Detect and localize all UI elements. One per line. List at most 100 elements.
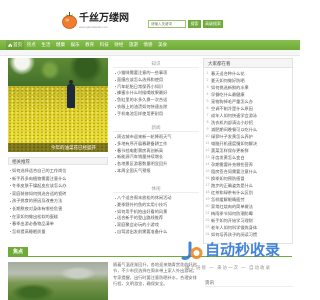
nav-item-life[interactable]: 生活 [39, 40, 54, 50]
popular-item-title: 跑步的正确姿势是什么 [211, 183, 253, 188]
popular-item[interactable]: 5 宠物狗掉毛严重怎么办 [204, 98, 292, 105]
list-item[interactable]: 春节档电影票房再创新高 [113, 148, 199, 155]
nav-item-tech[interactable]: 科技 [97, 40, 112, 50]
list-item[interactable]: 鱼缸里的水多久换一次合适 [113, 97, 199, 104]
list-item[interactable]: 新手养多肉植物需要注意什么 [8, 175, 108, 183]
nav-item-entertainment[interactable]: 娱乐 [68, 40, 83, 50]
list-item[interactable]: 长期熬夜对身体有哪些危害 [8, 205, 108, 213]
rank-number: 12 [205, 148, 210, 152]
popular-item[interactable]: 4 早餐吃什么最健康 [204, 91, 292, 98]
leisure-title[interactable]: 休闲 [113, 185, 199, 193]
popular-item-title: 绿萝叶子发黄怎么养护 [211, 134, 253, 139]
popular-item[interactable]: 22 新手如何开始学习理财 [204, 217, 292, 224]
recommend-list: 如何选择适合自己的工作岗位 新手养多肉植物需要注意什么 冬季皮肤干燥起皮应该怎么… [8, 165, 108, 235]
popular-item[interactable]: 17 跑步的正确姿势是什么 [204, 182, 292, 189]
site-title[interactable]: 千丝万缕网 [79, 13, 129, 24]
popular-item[interactable]: 2 夏天如何做好防晒 [204, 77, 292, 84]
home-icon [8, 43, 13, 48]
popular-item[interactable]: 7 成年人如何快速学会游泳 [204, 112, 292, 119]
nav-item-emotion[interactable]: 情感 [141, 40, 156, 50]
nav-item-education[interactable]: 教育 [82, 40, 97, 50]
rank-number: 16 [205, 176, 210, 180]
rank-number: 8 [206, 120, 209, 124]
popular-item[interactable]: 23 老年人如何科学锻炼身体 [204, 224, 292, 231]
news-list: 周边城市迎来新一轮降雨天气 多地有序开展春耕备耕工作 春节档电影票房再创新高 新… [113, 132, 199, 175]
popular-item-title: 减肥期间晚餐可以吃什么 [211, 127, 258, 132]
news-section: 新闻 周边城市迎来新一轮降雨天气 多地有序开展春耕备耕工作 春节档电影票房再创新… [113, 124, 199, 175]
list-item[interactable]: 小猫咪需要注意的一些事项 [113, 70, 199, 77]
rank-number: 11 [205, 141, 210, 145]
list-item[interactable]: 在家如何做出松软的蛋糕 [8, 213, 108, 221]
popular-box: 大家都在看 1 春天适合种什么花 2 夏天如何做好防晒 3 如何挑选新鲜的水果 4 早餐… [203, 58, 293, 244]
popular-item[interactable]: 14 孕期需要补充哪些营养 [204, 161, 292, 168]
focus-image[interactable] [8, 262, 108, 300]
popular-item[interactable]: 16 换季如何预防感冒 [204, 175, 292, 182]
popular-item[interactable]: 11 电脑开机速度慢如何解决 [204, 140, 292, 147]
popular-item[interactable]: 8 洗衣机内部清洁小妙招 [204, 119, 292, 126]
popular-item[interactable]: 6 空调不制冷是什么原因 [204, 105, 292, 112]
list-item[interactable]: 八个适合周末放松的休闲活动 [113, 195, 199, 202]
list-item[interactable]: 各地景区游客数量明显回升 [113, 161, 199, 168]
knowledge-section: 知识 小猫咪需要注意的一些事项 面膜应该怎么选择和使用 汽车轮胎日常保养小知识 … [113, 60, 199, 118]
list-item[interactable]: 冬季皮肤干燥起皮应该怎么办 [8, 182, 108, 190]
popular-item-title: 租房签合同需要注意什么 [211, 169, 258, 174]
list-item[interactable]: 手机电池怎样使用更耐用 [113, 111, 199, 118]
popular-item[interactable]: 18 红茶和绿茶有什么区别 [204, 189, 292, 196]
nav-item-finance[interactable]: 财经 [112, 40, 127, 50]
popular-item-title: 家常红烧肉的简单做法 [211, 204, 253, 209]
list-item[interactable]: 衣服上的油渍如何快速去除 [113, 104, 199, 111]
list-item[interactable]: 孩子挑食的原因及改善方法 [8, 197, 108, 205]
popular-item[interactable]: 10 绿萝叶子发黄怎么养护 [204, 133, 292, 140]
list-item[interactable]: 夏季野外钓鱼的实用小技巧 [113, 202, 199, 209]
nav-item-home[interactable]: 首页 [6, 40, 24, 50]
list-item[interactable]: 如何选择适合自己的工作岗位 [8, 167, 108, 175]
persimmon-logo-icon[interactable] [62, 11, 77, 29]
featured-caption[interactable]: 今年的油菜花已经盛开 [8, 143, 108, 152]
rank-number: 17 [205, 183, 210, 187]
popular-item[interactable]: 12 蔬菜怎样保存更新鲜 [204, 147, 292, 154]
list-item[interactable]: 家庭装修如何挑选合适的瓷砖 [8, 190, 108, 198]
list-item[interactable]: 家庭聚会必玩的小游戏 [113, 222, 199, 229]
rank-number: 10 [205, 134, 210, 138]
popular-item[interactable]: 13 牙齿发黄怎么变白 [204, 154, 292, 161]
nav-item-health[interactable]: 健康 [53, 40, 68, 50]
list-item[interactable]: 自驾游出发前需要准备什么 [113, 229, 199, 236]
watermark-slogan: 做上链接 一 来访一次 一 自动收录 [185, 265, 271, 270]
rank-number: 14 [205, 162, 210, 166]
knowledge-title[interactable]: 知识 [113, 60, 199, 68]
nav-item-travel[interactable]: 旅游 [126, 40, 141, 50]
list-item[interactable]: 适合新手的登山路线推荐 [113, 215, 199, 222]
rank-number: 19 [205, 197, 210, 201]
popular-item[interactable]: 19 怎样缓解眼睛疲劳 [204, 196, 292, 203]
list-item[interactable]: 汽车轮胎日常保养小知识 [113, 84, 199, 91]
search-button[interactable]: 搜索 [188, 20, 201, 28]
popular-item[interactable]: 3 如何挑选新鲜的水果 [204, 84, 292, 91]
list-item[interactable]: 面膜应该怎么选择和使用 [113, 77, 199, 84]
rank-number: 13 [205, 155, 210, 159]
news-title[interactable]: 新闻 [113, 124, 199, 132]
featured-image[interactable]: 今年的油菜花已经盛开 [8, 58, 108, 152]
popular-item[interactable]: 21 梅雨季节如何防潮防霉 [204, 210, 292, 217]
list-item[interactable]: 如何用手机拍出好看的风景 [113, 209, 199, 216]
list-item[interactable]: 新能源汽车销量持续增长 [113, 154, 199, 161]
list-item[interactable]: 怎样提高睡眠质量 [8, 228, 108, 236]
popular-item[interactable]: 20 家常红烧肉的简单做法 [204, 203, 292, 210]
popular-item-title: 早餐吃什么最健康 [211, 92, 245, 97]
advanced-search-button[interactable]: 高级搜索 [203, 20, 223, 28]
list-item[interactable]: 蜂蜜水什么时候喝效果最好 [113, 90, 199, 97]
nav-item-hot[interactable]: 热点 [24, 40, 39, 50]
knowledge-list: 小猫咪需要注意的一些事项 面膜应该怎么选择和使用 汽车轮胎日常保养小知识 蜂蜜水… [113, 68, 199, 118]
list-item[interactable]: 多地有序开展春耕备耕工作 [113, 141, 199, 148]
rank-number: 23 [205, 225, 210, 229]
popular-item[interactable]: 15 租房签合同需要注意什么 [204, 168, 292, 175]
popular-item[interactable]: 24 如何培养孩子的阅读习惯 [204, 231, 292, 238]
list-item[interactable]: 本周全国天气预报 [113, 168, 199, 175]
list-item[interactable]: 周边城市迎来新一轮降雨天气 [113, 134, 199, 141]
list-item[interactable]: 春季出游必备物品清单 [8, 220, 108, 228]
nav-items: 首页 热点 生活 健康 娱乐 教育 科技 财经 旅游 情感 美食 [6, 40, 170, 50]
nav-item-food[interactable]: 美食 [155, 40, 170, 50]
news-side-title[interactable]: 资讯 [205, 279, 293, 287]
search-input[interactable] [148, 20, 186, 28]
popular-item[interactable]: 9 减肥期间晚餐可以吃什么 [204, 126, 292, 133]
popular-item[interactable]: 1 春天适合种什么花 [204, 70, 292, 77]
